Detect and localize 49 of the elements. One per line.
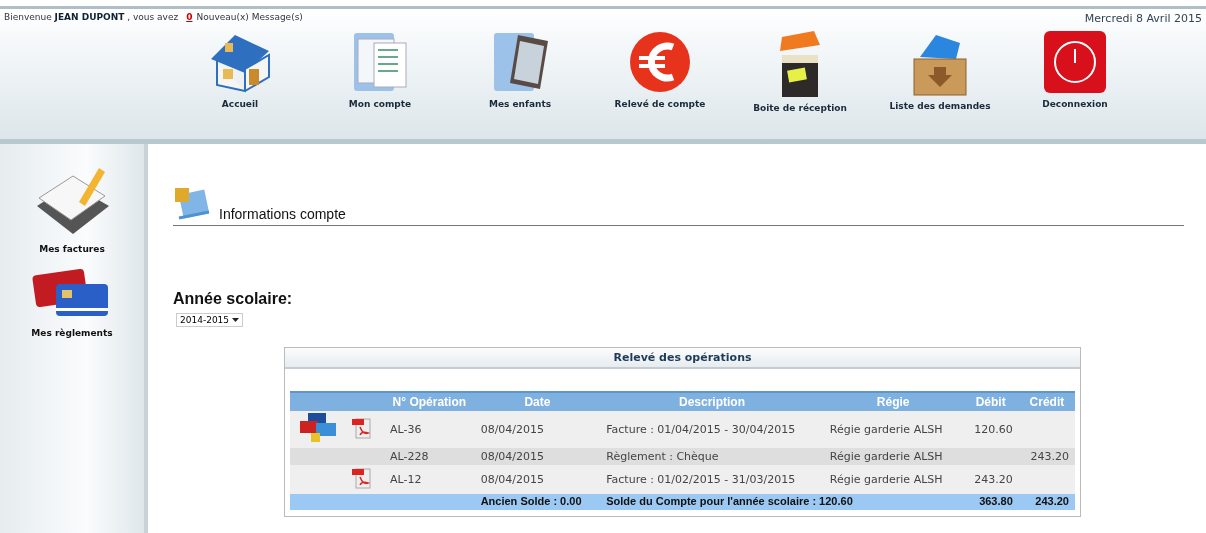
table-cell: AL-36: [384, 411, 475, 448]
table-cell: 08/04/2015: [474, 465, 601, 494]
table-cell: 08/04/2015: [474, 411, 601, 448]
school-year-select[interactable]: 2014-2015: [176, 313, 244, 327]
pdf-icon[interactable]: [352, 467, 372, 489]
table-cell: AL-12: [384, 465, 475, 494]
column-header: Crédit: [1018, 392, 1075, 411]
account-balance-text: Solde du Compte pour l'année scolaire : 120.60: [600, 494, 963, 510]
table-cell: Régie garderie ALSH: [823, 411, 963, 448]
header-cell: [290, 392, 346, 411]
total-debit: 363.80: [962, 494, 1019, 510]
table-cell: 120.60: [962, 411, 1019, 448]
message-count-link[interactable]: 0: [186, 12, 193, 22]
nav-button[interactable]: Mon compte: [310, 29, 450, 113]
payment-cards-icon[interactable]: [300, 413, 336, 443]
nav-button[interactable]: Liste des demandes: [870, 29, 1010, 113]
date-text: Mercredi 8 Avril 2015: [1084, 12, 1202, 25]
nav-button[interactable]: Deconnexion: [1010, 29, 1140, 113]
table-cell: 243.20: [962, 465, 1019, 494]
nav-button[interactable]: Relevé de compte: [590, 29, 730, 113]
nav-button[interactable]: Accueil: [170, 29, 310, 113]
euro-icon: [627, 29, 693, 95]
welcome-text: Bienvenue JEAN DUPONT , vous avez: [4, 12, 179, 22]
messages-text: Nouveau(x) Message(s): [196, 12, 303, 22]
table-cell: AL-228: [384, 448, 475, 465]
old-balance-text: Ancien Solde : 0.00: [474, 494, 601, 510]
table-cell: 08/04/2015: [474, 448, 601, 465]
table-cell: Règlement : Chèque: [600, 448, 824, 465]
table-cell: Facture : 01/04/2015 - 30/04/2015: [600, 411, 824, 448]
dropdown-arrow-icon: [232, 318, 240, 322]
column-header: Débit: [962, 392, 1019, 411]
column-header: N° Opération: [384, 392, 475, 411]
column-header: Description: [600, 392, 824, 411]
table-cell: Régie garderie ALSH: [823, 448, 963, 465]
table-cell: Régie garderie ALSH: [823, 465, 963, 494]
nav-button[interactable]: Boite de réception: [730, 29, 870, 113]
panel-title: Relevé des opérations: [285, 348, 1080, 369]
column-header: Régie: [823, 392, 963, 411]
table-cell: 243.20: [1018, 448, 1075, 465]
column-header: Date: [474, 392, 601, 411]
total-credit: 243.20: [1018, 494, 1075, 510]
sidebar-item[interactable]: Mes factures: [33, 162, 111, 254]
page-title: Informations compte: [219, 206, 346, 222]
sidebar-item[interactable]: Mes règlements: [31, 268, 113, 338]
pdf-icon[interactable]: [352, 417, 372, 439]
power-icon: [1042, 29, 1108, 95]
school-year-label: Année scolaire:: [173, 290, 294, 308]
table-cell: Facture : 01/02/2015 - 31/03/2015: [600, 465, 824, 494]
nav-button[interactable]: Mes enfants: [450, 29, 590, 113]
